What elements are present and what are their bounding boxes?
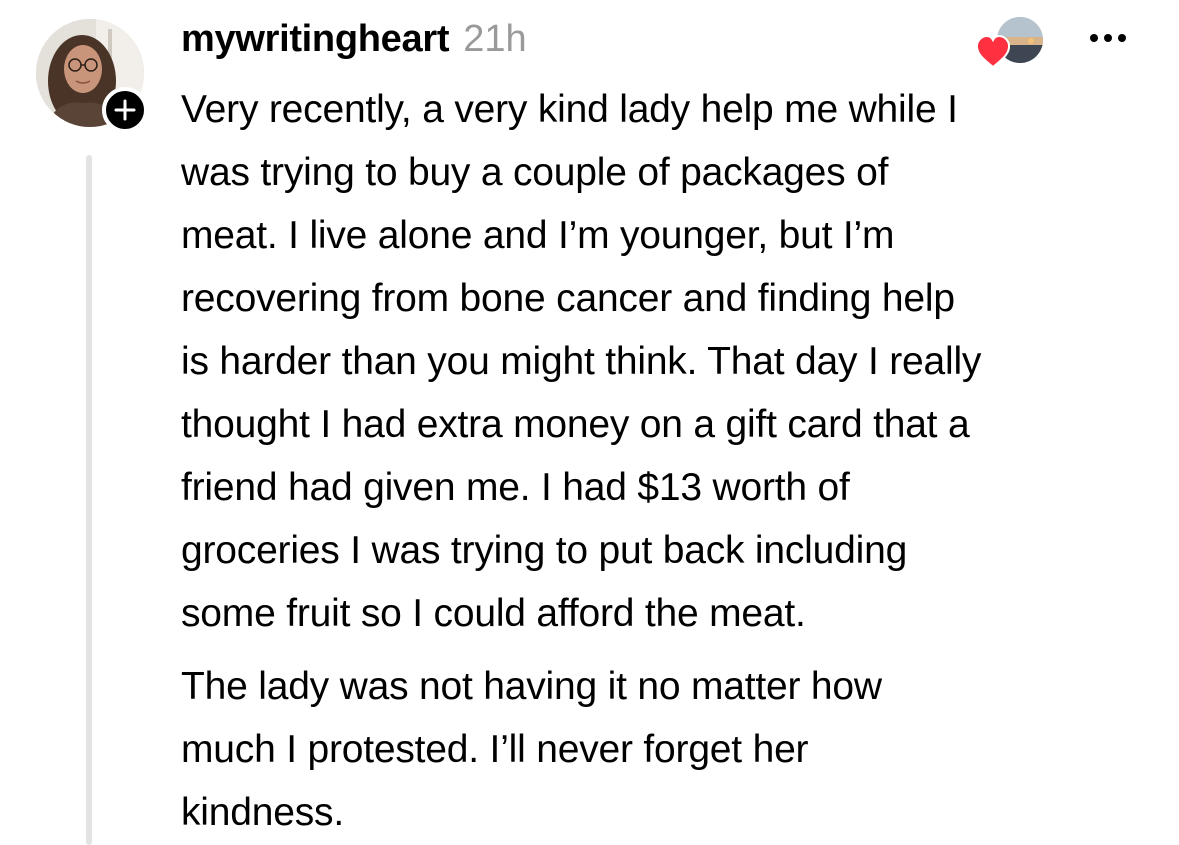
post-body: Very recently, a very kind lady help me … — [181, 78, 1166, 844]
timestamp: 21h — [463, 18, 527, 60]
follow-button[interactable] — [102, 87, 148, 133]
thread-line — [86, 155, 92, 845]
more-horizontal-icon[interactable] — [1084, 28, 1132, 48]
plus-icon — [114, 99, 136, 121]
heart-icon — [975, 35, 1011, 69]
post-header: mywritingheart 21h — [181, 18, 527, 68]
post-paragraph: Very recently, a very kind lady help me … — [181, 88, 982, 635]
thread-post: mywritingheart 21h Very recently, a very… — [0, 0, 1179, 845]
post-paragraph: The lady was not having it no matter how… — [181, 665, 882, 834]
liked-by-indicator[interactable] — [975, 17, 1055, 69]
username[interactable]: mywritingheart — [181, 18, 449, 61]
